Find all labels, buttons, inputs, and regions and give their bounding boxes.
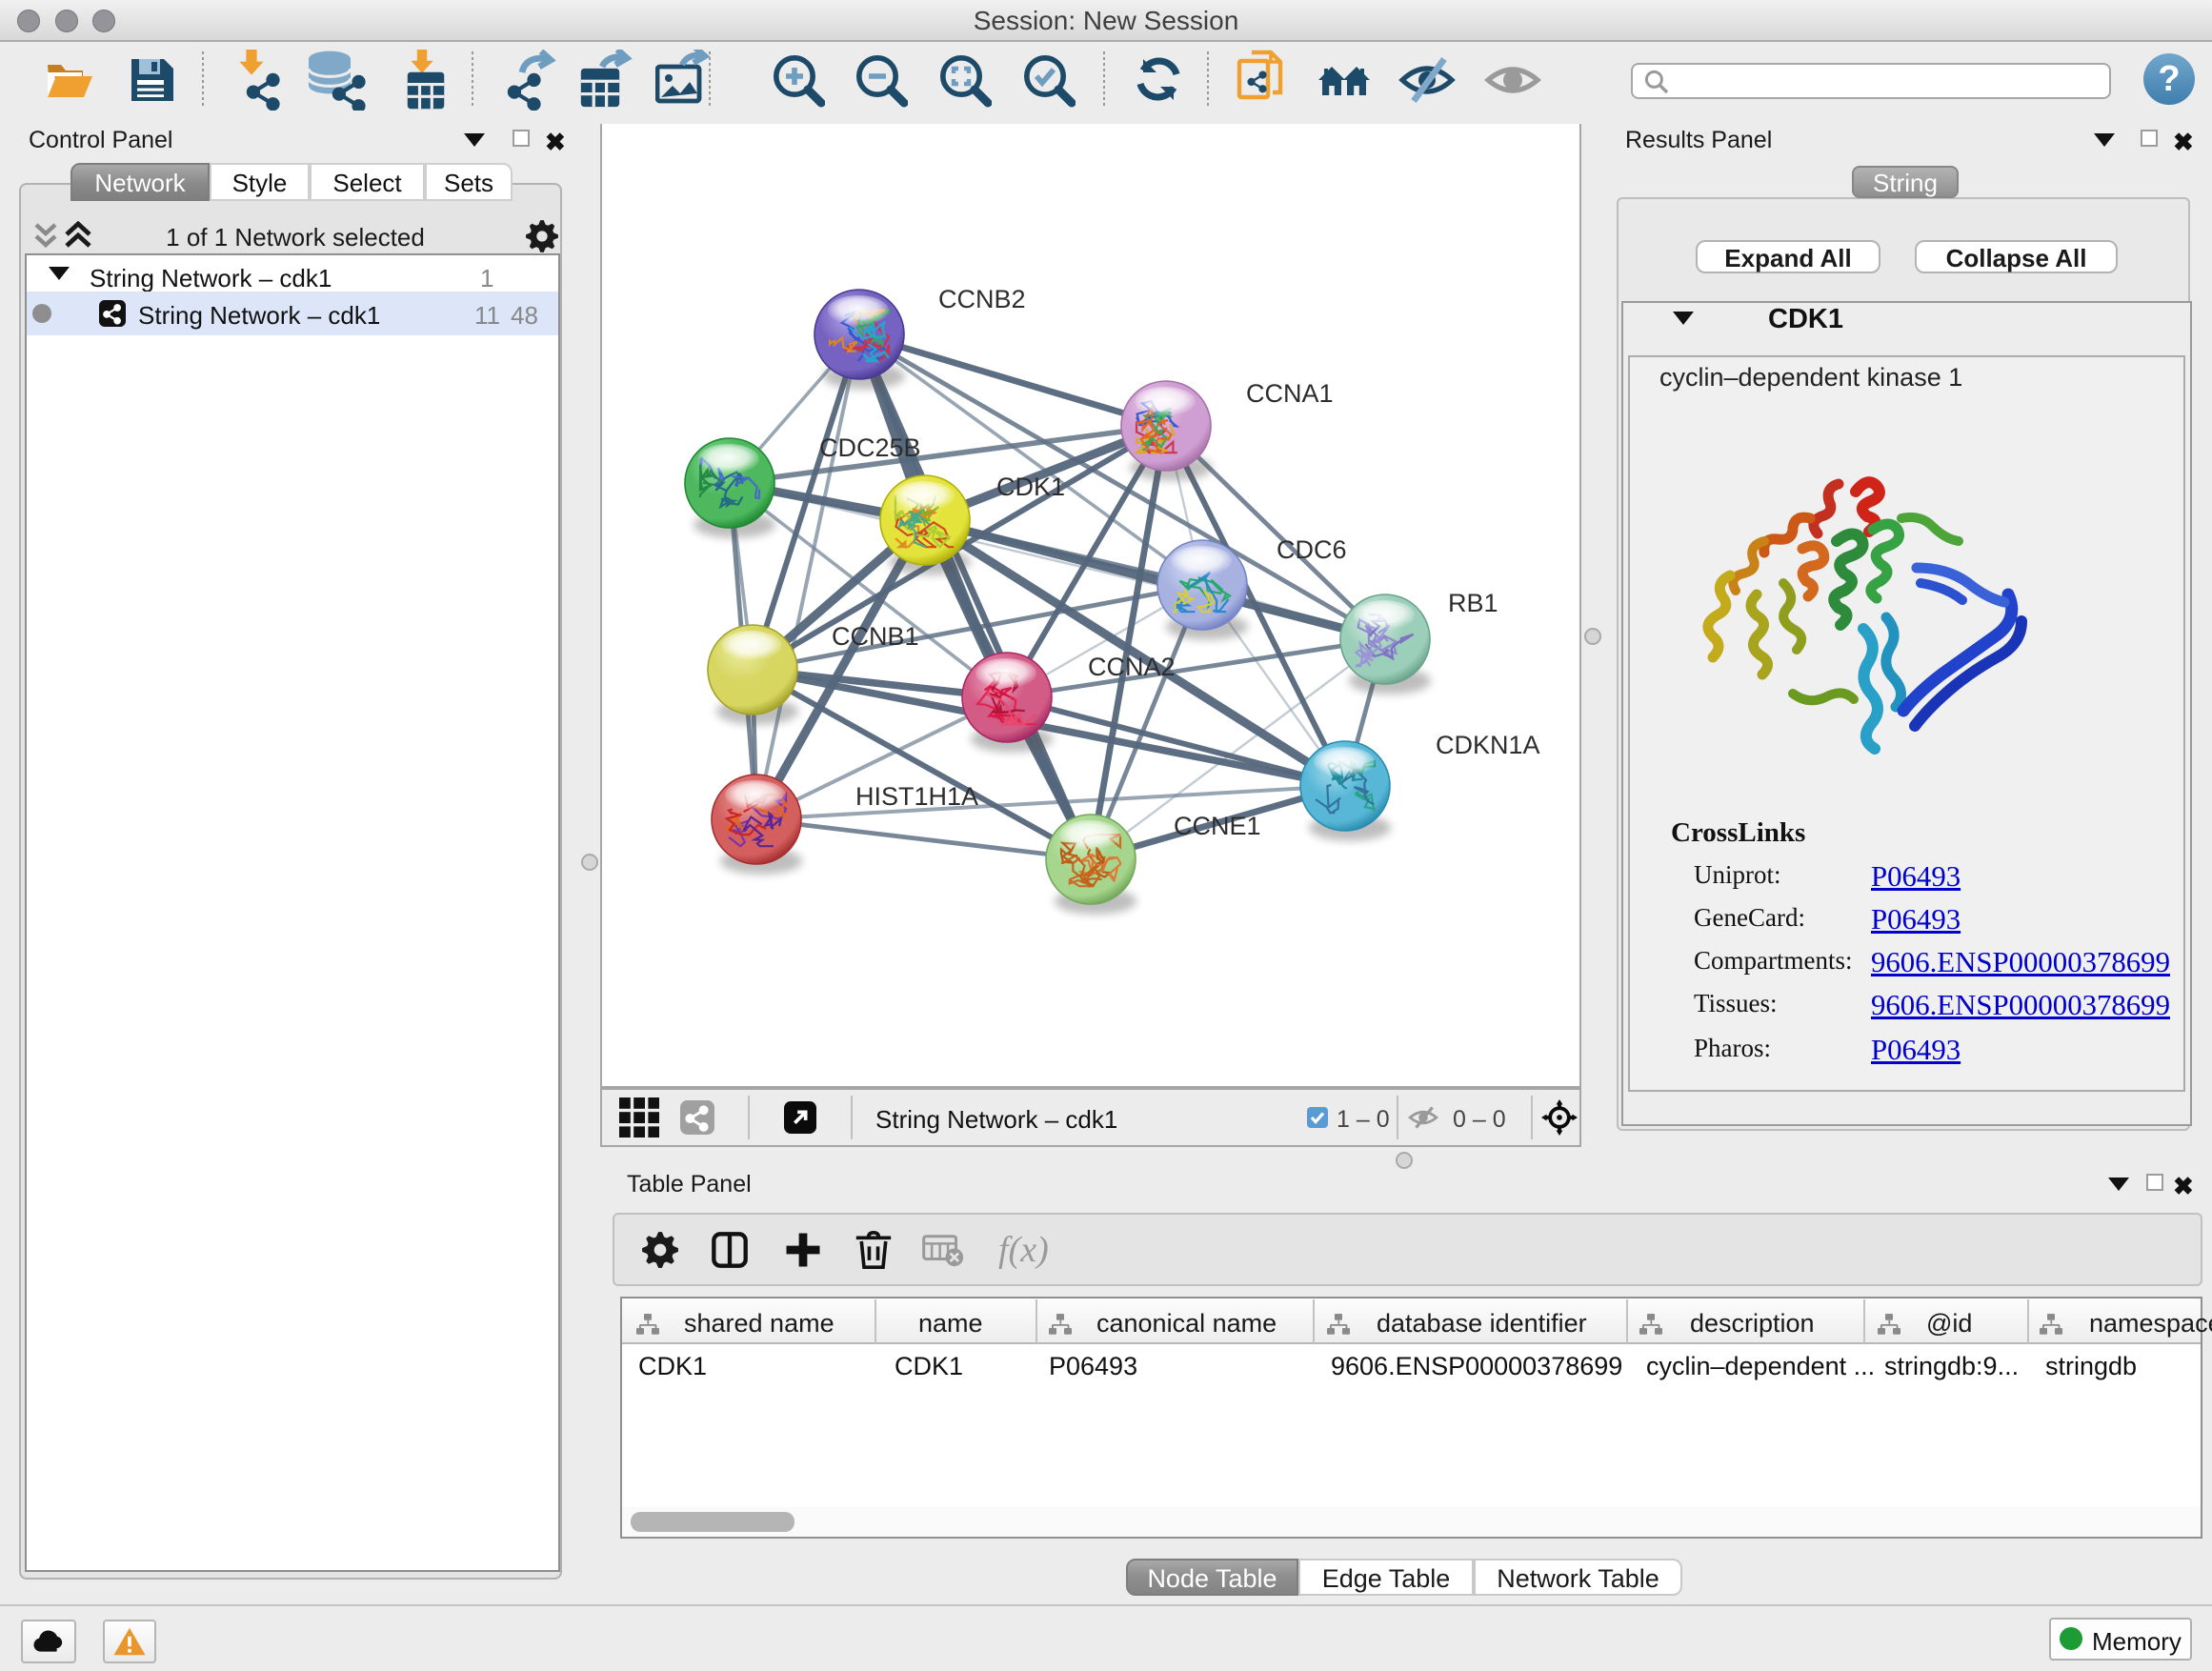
svg-text:CCNE1: CCNE1 — [1174, 812, 1261, 840]
svg-text:CDC25B: CDC25B — [819, 433, 921, 462]
svg-text:CDK1: CDK1 — [996, 473, 1065, 501]
svg-text:CCNB1: CCNB1 — [832, 622, 919, 651]
svg-text:CCNA2: CCNA2 — [1088, 653, 1176, 681]
svg-text:CDKN1A: CDKN1A — [1436, 731, 1540, 759]
svg-text:CDC6: CDC6 — [1277, 535, 1347, 564]
svg-text:CCNA1: CCNA1 — [1246, 379, 1334, 408]
svg-text:RB1: RB1 — [1448, 589, 1498, 617]
svg-text:HIST1H1A: HIST1H1A — [855, 782, 978, 811]
svg-text:CCNB2: CCNB2 — [938, 285, 1026, 313]
